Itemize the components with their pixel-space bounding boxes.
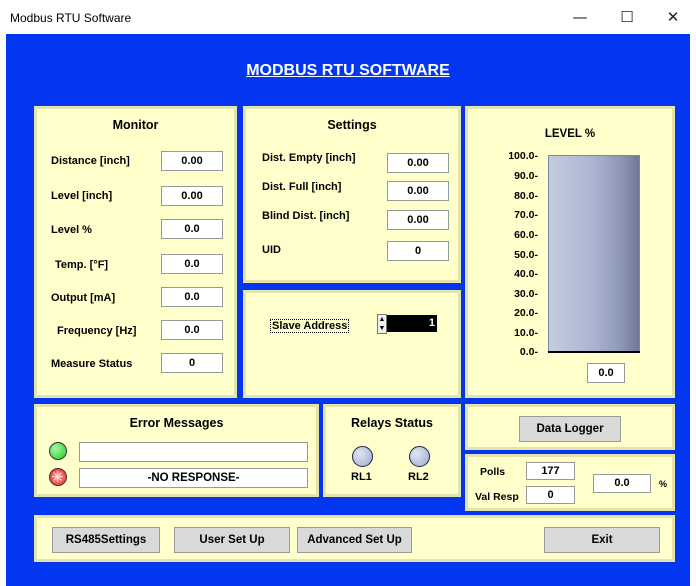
monitor-value-measure-status: 0 (161, 353, 223, 373)
level-tick-20: 20.0- (514, 307, 538, 319)
val-resp-label: Val Resp (475, 491, 519, 503)
settings-panel: Settings Dist. Empty [inch] 0.00 Dist. F… (243, 106, 461, 283)
monitor-value-distance: 0.00 (161, 151, 223, 171)
level-tick-50: 50.0- (514, 249, 538, 261)
relay-1-label: RL1 (351, 471, 372, 483)
level-tick-70: 70.0- (514, 209, 538, 221)
settings-value-blind-dist: 0.00 (387, 210, 449, 230)
relays-panel: Relays Status RL1 RL2 (323, 404, 461, 497)
led-starburst-icon (52, 471, 63, 482)
level-tick-60: 60.0- (514, 229, 538, 241)
error-message-field-2: -NO RESPONSE- (79, 468, 308, 488)
level-value: 0.0 (587, 363, 625, 383)
level-bar-baseline (548, 351, 640, 353)
data-logger-button[interactable]: Data Logger (519, 416, 621, 442)
level-tick-90: 90.0- (514, 170, 538, 182)
slave-address-field[interactable]: 1 (387, 315, 437, 332)
settings-label-dist-full: Dist. Full [inch] (262, 181, 342, 193)
level-tick-0: 0.0- (519, 346, 538, 358)
status-ok-led-icon (49, 442, 67, 460)
settings-title: Settings (327, 118, 377, 132)
settings-label-uid: UID (262, 244, 281, 256)
val-resp-value: 0 (526, 486, 575, 504)
monitor-label-distance: Distance [inch] (51, 155, 130, 167)
monitor-value-output: 0.0 (161, 287, 223, 307)
polls-value: 177 (526, 462, 575, 480)
stats-panel: Polls 177 Val Resp 0 0.0 % (465, 454, 675, 511)
level-bar (548, 155, 640, 352)
relay-2-indicator-icon (409, 446, 430, 467)
relays-title: Relays Status (351, 416, 433, 430)
monitor-label-level: Level [inch] (51, 190, 113, 202)
maximize-button[interactable]: ☐ (604, 4, 650, 30)
user-setup-button[interactable]: User Set Up (174, 527, 290, 553)
monitor-label-output: Output [mA] (51, 292, 116, 304)
minimize-button[interactable]: — (557, 4, 603, 30)
error-message-field-1 (79, 442, 308, 462)
settings-value-dist-empty: 0.00 (387, 153, 449, 173)
level-tick-100: 100.0- (508, 150, 538, 162)
monitor-value-temp: 0.0 (161, 254, 223, 274)
level-tick-40: 40.0- (514, 268, 538, 280)
settings-label-dist-empty: Dist. Empty [inch] (262, 152, 356, 164)
close-button[interactable]: ✕ (650, 4, 696, 30)
monitor-value-level-percent: 0.0 (161, 219, 223, 239)
slave-address-spinner[interactable]: ▲ ▼ (377, 314, 387, 334)
response-percent-unit: % (659, 479, 668, 489)
title-bar: Modbus RTU Software — ☐ ✕ (0, 0, 696, 34)
data-logger-panel: Data Logger (465, 404, 675, 450)
response-percent-value: 0.0 (593, 474, 651, 493)
monitor-label-temp: Temp. [°F] (55, 259, 109, 271)
relay-1-indicator-icon (352, 446, 373, 467)
monitor-value-level: 0.00 (161, 186, 223, 206)
settings-value-dist-full: 0.00 (387, 181, 449, 201)
settings-label-blind-dist: Blind Dist. [inch] (262, 210, 350, 222)
level-panel: LEVEL % 100.0- 90.0- 80.0- 70.0- 60.0- 5… (465, 106, 675, 398)
button-bar: RS485Settings User Set Up Advanced Set U… (34, 515, 675, 562)
polls-label: Polls (480, 466, 506, 478)
slave-address-label: Slave Address (270, 319, 350, 333)
error-messages-title: Error Messages (129, 416, 224, 430)
rs485-settings-button[interactable]: RS485Settings (52, 527, 160, 553)
window-title: Modbus RTU Software (10, 11, 132, 25)
level-title: LEVEL % (544, 128, 596, 140)
advanced-setup-button[interactable]: Advanced Set Up (297, 527, 412, 553)
monitor-label-level-percent: Level % (51, 224, 92, 236)
monitor-label-measure-status: Measure Status (51, 358, 133, 370)
app-heading: MODBUS RTU SOFTWARE (246, 62, 450, 79)
monitor-label-frequency: Frequency [Hz] (57, 325, 137, 337)
relay-2-label: RL2 (408, 471, 429, 483)
settings-value-uid: 0 (387, 241, 449, 261)
slave-panel: Slave Address ▲ ▼ 1 (243, 290, 461, 398)
exit-button[interactable]: Exit (544, 527, 660, 553)
status-error-led-icon (49, 468, 67, 486)
monitor-title: Monitor (112, 118, 159, 132)
monitor-panel: Monitor Distance [inch] 0.00 Level [inch… (34, 106, 237, 398)
monitor-value-frequency: 0.0 (161, 320, 223, 340)
error-messages-panel: Error Messages -NO RESPONSE- (34, 404, 319, 497)
level-tick-10: 10.0- (514, 327, 538, 339)
level-tick-30: 30.0- (514, 288, 538, 300)
level-tick-80: 80.0- (514, 190, 538, 202)
